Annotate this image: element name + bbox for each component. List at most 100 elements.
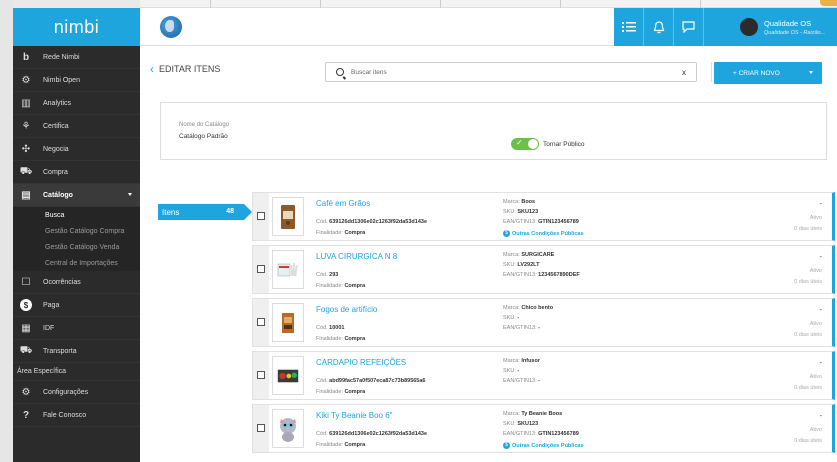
product-finalidade: Finalidade: Compra: [316, 442, 365, 448]
row-select-zone: [253, 246, 269, 293]
ean-value: -: [538, 378, 540, 384]
ean-value: GTIN123456789: [538, 431, 579, 437]
sidebar-item-nimbi-open[interactable]: ⚙ Nimbi Open: [13, 69, 140, 92]
sidebar-item-analytics[interactable]: ▥ Analytics: [13, 92, 140, 115]
product-thumbnail[interactable]: [272, 197, 304, 236]
status-badge: Ativo: [809, 268, 822, 274]
code-label: Cód.: [316, 325, 328, 331]
product-ean: EAN/GTIN13: 1234567890DEF: [503, 272, 580, 278]
product-sku: SKU: LV292LT: [503, 262, 539, 268]
ean-label: EAN/GTIN13:: [503, 378, 537, 384]
settings-icon: ⚙: [21, 386, 31, 398]
sidebar-subitem-gest-o-cat-logo-compra[interactable]: Gestão Catálogo Compra: [13, 223, 140, 239]
finalidade-label: Finalidade:: [316, 389, 343, 395]
marca-label: Marca:: [503, 411, 520, 417]
chevron-left-icon: ‹: [150, 62, 154, 76]
sidebar-item-transporta[interactable]: ⛟ Transporta: [13, 340, 140, 363]
sidebar-item-label: IDF: [43, 324, 55, 332]
sidebar-item-label: Catálogo: [43, 191, 73, 199]
list-icon[interactable]: [614, 8, 644, 46]
sku-label: SKU:: [503, 368, 516, 374]
user-menu[interactable]: Qualidade OS Qualidade OS - Raizão...: [734, 8, 837, 46]
product-thumbnail[interactable]: [272, 250, 304, 289]
sidebar-item-label: Configurações: [43, 388, 89, 396]
status-badge: Ativo: [809, 427, 822, 433]
product-sku: SKU: SKU123: [503, 209, 538, 215]
sidebar-item-rede-nimbi[interactable]: b Rede Nimbi: [13, 46, 140, 69]
product-name-link[interactable]: LUVA CIRURGICA N 8: [316, 252, 397, 261]
product-thumbnail[interactable]: [272, 409, 304, 448]
product-name-link[interactable]: Café em Grãos: [316, 199, 370, 208]
outras-condicoes-label: Outras Condições Públicas: [512, 230, 584, 237]
chevron-down-icon[interactable]: [809, 71, 813, 74]
sidebar-item-fale-conosco[interactable]: ? Fale Conosco: [13, 404, 140, 427]
product-marca: Marca: Chico bento: [503, 305, 553, 311]
chat-icon[interactable]: [674, 8, 704, 46]
row-checkbox[interactable]: [257, 424, 265, 432]
sidebar-item-label: Nimbi Open: [43, 76, 80, 84]
globe-icon[interactable]: [160, 16, 182, 38]
finalidade-value: Compra: [344, 283, 366, 289]
delivery-days: 0 dias úteis: [794, 385, 822, 391]
delivery-days: 0 dias úteis: [794, 332, 822, 338]
sidebar-subitem-busca[interactable]: Busca: [13, 207, 140, 223]
sidebar-item-certifica[interactable]: ⚘ Certifica: [13, 115, 140, 138]
sidebar-item-label: Fale Conosco: [43, 411, 87, 419]
ean-value: -: [538, 325, 540, 331]
product-code: Cód. abd99fac57a0f507eca87c73b89565a6: [316, 378, 426, 384]
clear-search-button[interactable]: x: [682, 68, 686, 77]
catalog-card: Nome do Catálogo Catálogo Padrão ✓ Torna…: [160, 102, 827, 160]
sidebar-subitem-central-de-importa-es[interactable]: Central de Importações: [13, 255, 140, 271]
row-checkbox[interactable]: [257, 371, 265, 379]
bell-icon[interactable]: [644, 8, 674, 46]
sidebar-item-compra[interactable]: ⛟ Compra: [13, 161, 140, 184]
ean-label: EAN/GTIN13:: [503, 431, 537, 437]
product-name-link[interactable]: CARDAPIO REFEIÇÕES: [316, 358, 406, 367]
area-especifica-label: Área Específica: [13, 363, 140, 381]
sidebar-item-configura-es[interactable]: ⚙ Configurações: [13, 381, 140, 404]
outras-condicoes-link[interactable]: $ Outras Condições Públicas: [503, 442, 584, 449]
sidebar-subitem-gest-o-cat-logo-venda[interactable]: Gestão Catálogo Venda: [13, 239, 140, 255]
divider: [711, 62, 712, 82]
row-select-zone: [253, 193, 269, 240]
product-code: Cód. 10001: [316, 325, 344, 331]
row-select-zone: [253, 405, 269, 452]
search-icon: [336, 68, 344, 76]
sidebar-item-catalogo[interactable]: ▤ Catálogo: [13, 184, 140, 207]
tab-itens[interactable]: Itens 48: [158, 204, 252, 220]
create-new-button[interactable]: + CRIAR NOVO: [714, 62, 822, 84]
search-input[interactable]: Buscar itens x: [325, 62, 697, 82]
top-header: Qualidade OS Qualidade OS - Raizão...: [140, 8, 837, 46]
row-checkbox[interactable]: [257, 212, 265, 220]
status-badge: Ativo: [809, 215, 822, 221]
brand-logo[interactable]: nimbi: [13, 8, 140, 46]
user-company: Qualidade OS - Raizão...: [764, 29, 826, 36]
sidebar-item-ocorr-ncias[interactable]: ☐ Ocorrências: [13, 271, 140, 294]
sidebar-item-negocia[interactable]: ✣ Negocia: [13, 138, 140, 161]
row-checkbox[interactable]: [257, 318, 265, 326]
finalidade-value: Compra: [344, 389, 366, 395]
row-checkbox[interactable]: [257, 265, 265, 273]
back-button[interactable]: ‹ EDITAR ITENS: [150, 62, 220, 76]
sidebar-item-label: Ocorrências: [43, 278, 81, 286]
product-name-link[interactable]: Kiki Ty Beanie Boo 6": [316, 411, 393, 420]
product-thumbnail[interactable]: [272, 356, 304, 395]
price-value: -: [819, 254, 822, 261]
product-name-link[interactable]: Fogos de artifício: [316, 305, 377, 314]
sidebar-item-idf[interactable]: ▦ IDF: [13, 317, 140, 340]
code-value: 639126dd1306e02c1263f92da53d143e: [329, 219, 428, 225]
search-placeholder: Buscar itens: [351, 68, 387, 76]
product-row[interactable]: Kiki Ty Beanie Boo 6" Cód. 639126dd1306e0…: [252, 404, 835, 453]
browser-top-strip: [140, 0, 837, 8]
product-finalidade: Finalidade: Compra: [316, 283, 365, 289]
ean-label: EAN/GTIN13:: [503, 325, 537, 331]
public-toggle[interactable]: ✓: [511, 138, 539, 150]
product-row[interactable]: Fogos de artifício Cód. 10001 Finalidade: …: [252, 298, 835, 347]
sidebar-item-paga[interactable]: $ Paga: [13, 294, 140, 317]
product-thumbnail[interactable]: [272, 303, 304, 342]
product-row[interactable]: Café em Grãos Cód. 639126dd1306e02c1263f9…: [252, 192, 835, 241]
app-frame: nimbi b Rede Nimbi ⚙ Nimbi Open ▥ Analytics ⚘ C…: [0, 0, 837, 462]
product-row[interactable]: LUVA CIRURGICA N 8 Cód. 293 Finalidade: Co…: [252, 245, 835, 294]
outras-condicoes-link[interactable]: $ Outras Condições Públicas: [503, 230, 584, 237]
product-row[interactable]: CARDAPIO REFEIÇÕES Cód. abd99fac57a0f507e…: [252, 351, 835, 400]
